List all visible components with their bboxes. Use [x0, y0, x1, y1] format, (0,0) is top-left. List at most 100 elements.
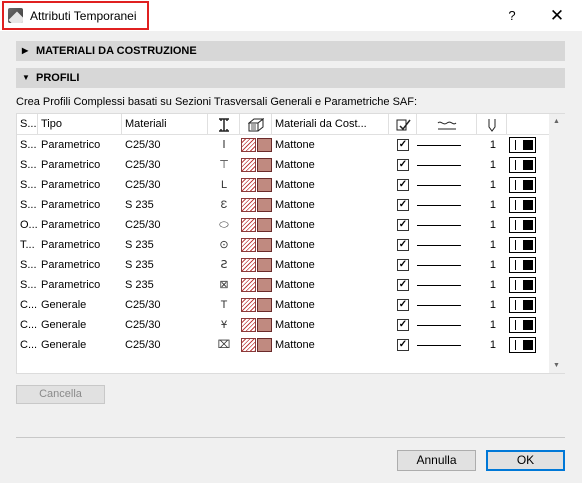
hatch-pattern-swatch[interactable]	[241, 198, 256, 212]
table-row[interactable]: S... Parametrico S 235 ⊠ Mattone ✓ 1	[17, 275, 549, 295]
table-row[interactable]: C... Generale C25/30 Ұ Mattone ✓ 1	[17, 315, 549, 335]
split-mode-icon[interactable]	[509, 157, 536, 173]
cell-pen[interactable]: 1	[466, 255, 496, 275]
table-row[interactable]: S... Parametrico S 235 Ꙅ Mattone ✓ 1	[17, 255, 549, 275]
table-row[interactable]: S... Parametrico C25/30 Ⅰ Mattone ✓ 1	[17, 135, 549, 155]
split-mode-icon[interactable]	[509, 197, 536, 213]
annulla-button[interactable]: Annulla	[397, 450, 476, 471]
split-mode-icon[interactable]	[509, 137, 536, 153]
line-type-sample[interactable]	[417, 205, 461, 206]
scroll-up-icon[interactable]: ▲	[553, 118, 560, 125]
hatch-pattern-swatch[interactable]	[241, 218, 256, 232]
table-row[interactable]: S... Parametrico C25/30 L Mattone ✓ 1	[17, 175, 549, 195]
row-checkbox[interactable]: ✓	[397, 179, 409, 191]
brick-fill-swatch[interactable]	[257, 258, 272, 272]
ok-button[interactable]: OK	[486, 450, 565, 471]
table-row[interactable]: C... Generale C25/30 ⌧ Mattone ✓ 1	[17, 335, 549, 355]
brick-fill-swatch[interactable]	[257, 318, 272, 332]
row-checkbox[interactable]: ✓	[397, 219, 409, 231]
line-type-sample[interactable]	[417, 285, 461, 286]
cell-pen[interactable]: 1	[466, 155, 496, 175]
cell-pen[interactable]: 1	[466, 175, 496, 195]
hatch-pattern-swatch[interactable]	[241, 298, 256, 312]
brick-fill-swatch[interactable]	[257, 218, 272, 232]
row-checkbox[interactable]: ✓	[397, 139, 409, 151]
line-type-sample[interactable]	[417, 225, 461, 226]
row-checkbox[interactable]: ✓	[397, 199, 409, 211]
brick-fill-swatch[interactable]	[257, 238, 272, 252]
cell-materiale-costruzione: Mattone	[275, 239, 315, 251]
brick-fill-swatch[interactable]	[257, 158, 272, 172]
split-mode-icon[interactable]	[509, 177, 536, 193]
scroll-down-icon[interactable]: ▼	[553, 362, 560, 369]
split-mode-icon[interactable]	[509, 337, 536, 353]
header-materiali-costruzione[interactable]: Materiali da Cost...	[272, 114, 389, 135]
row-checkbox[interactable]: ✓	[397, 339, 409, 351]
header-split[interactable]	[507, 114, 549, 135]
table-row[interactable]: S... Parametrico S 235 Ɛ Mattone ✓ 1	[17, 195, 549, 215]
table-row[interactable]: C... Generale C25/30 T Mattone ✓ 1	[17, 295, 549, 315]
row-checkbox[interactable]: ✓	[397, 259, 409, 271]
hatch-pattern-swatch[interactable]	[241, 158, 256, 172]
header-s[interactable]: S...	[17, 114, 38, 135]
cell-pen[interactable]: 1	[466, 195, 496, 215]
row-checkbox[interactable]: ✓	[397, 279, 409, 291]
surface-icon[interactable]	[240, 114, 272, 135]
row-checkbox[interactable]: ✓	[397, 159, 409, 171]
cell-pen[interactable]: 1	[466, 135, 496, 155]
cell-pen[interactable]: 1	[466, 295, 496, 315]
split-mode-icon[interactable]	[509, 297, 536, 313]
help-button[interactable]: ?	[502, 6, 522, 26]
hatch-pattern-swatch[interactable]	[241, 238, 256, 252]
brick-fill-swatch[interactable]	[257, 138, 272, 152]
header-tipo[interactable]: Tipo	[38, 114, 122, 135]
split-mode-icon[interactable]	[509, 317, 536, 333]
brick-fill-swatch[interactable]	[257, 278, 272, 292]
row-checkbox[interactable]: ✓	[397, 239, 409, 251]
split-mode-icon[interactable]	[509, 237, 536, 253]
line-type-sample[interactable]	[417, 325, 461, 326]
cancella-button[interactable]: Cancella	[16, 385, 105, 404]
header-materiali[interactable]: Materiali	[122, 114, 208, 135]
split-mode-icon[interactable]	[509, 257, 536, 273]
vertical-scrollbar[interactable]: ▲ ▼	[549, 114, 565, 373]
hatch-pattern-swatch[interactable]	[241, 318, 256, 332]
section-profile-icon[interactable]	[208, 114, 240, 135]
section-materiali-costruzione[interactable]: ▶ MATERIALI DA COSTRUZIONE	[16, 41, 565, 61]
table-row[interactable]: O... Parametrico C25/30 ⬭ Mattone ✓ 1	[17, 215, 549, 235]
brick-fill-swatch[interactable]	[257, 178, 272, 192]
table-row[interactable]: T... Parametrico S 235 ⊙ Mattone ✓ 1	[17, 235, 549, 255]
cell-pen[interactable]: 1	[466, 235, 496, 255]
hatch-pattern-swatch[interactable]	[241, 258, 256, 272]
line-type-sample[interactable]	[417, 165, 461, 166]
split-mode-icon[interactable]	[509, 217, 536, 233]
hatch-pattern-swatch[interactable]	[241, 178, 256, 192]
line-type-sample[interactable]	[417, 345, 461, 346]
brick-fill-swatch[interactable]	[257, 298, 272, 312]
hatch-pattern-swatch[interactable]	[241, 138, 256, 152]
hatch-pattern-swatch[interactable]	[241, 338, 256, 352]
cell-pen[interactable]: 1	[466, 335, 496, 355]
pen-check-icon[interactable]	[389, 114, 417, 135]
line-type-sample[interactable]	[417, 245, 461, 246]
hatch-pattern-swatch[interactable]	[241, 278, 256, 292]
cell-pen[interactable]: 1	[466, 215, 496, 235]
section-profili[interactable]: ▼ PROFILI	[16, 68, 565, 88]
line-type-sample[interactable]	[417, 145, 461, 146]
cell-materiale: S 235	[125, 279, 154, 291]
table-row[interactable]: S... Parametrico C25/30 ⊤ Mattone ✓ 1	[17, 155, 549, 175]
chevron-right-icon: ▶	[22, 46, 29, 55]
pen-icon[interactable]	[477, 114, 507, 135]
line-type-sample[interactable]	[417, 305, 461, 306]
cell-pen[interactable]: 1	[466, 315, 496, 335]
row-checkbox[interactable]: ✓	[397, 319, 409, 331]
line-type-sample[interactable]	[417, 185, 461, 186]
line-type-sample[interactable]	[417, 265, 461, 266]
brick-fill-swatch[interactable]	[257, 338, 272, 352]
brick-fill-swatch[interactable]	[257, 198, 272, 212]
row-checkbox[interactable]: ✓	[397, 299, 409, 311]
split-mode-icon[interactable]	[509, 277, 536, 293]
line-type-icon[interactable]	[417, 114, 477, 135]
close-button[interactable]: ✕	[545, 6, 569, 26]
cell-pen[interactable]: 1	[466, 275, 496, 295]
